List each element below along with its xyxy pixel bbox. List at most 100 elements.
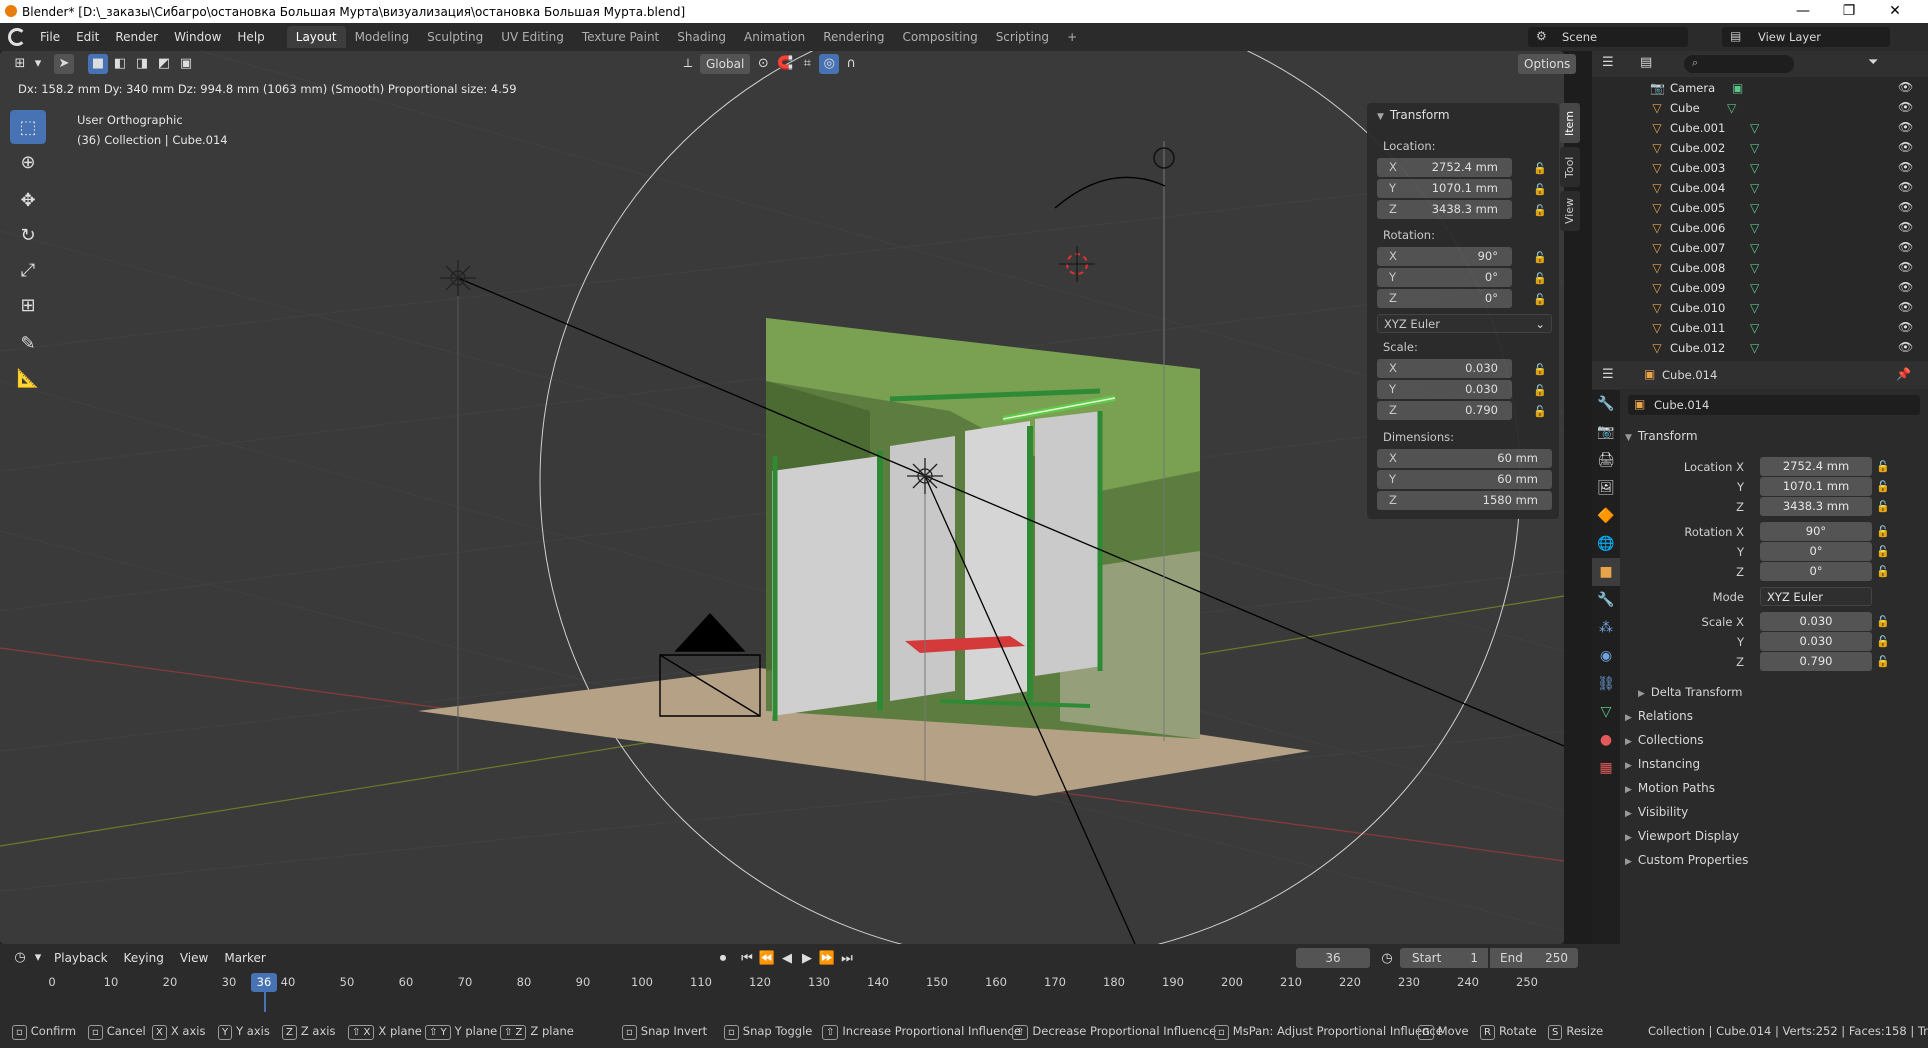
lock-icon[interactable]: 🔓 — [1876, 565, 1890, 578]
relations-section[interactable]: ▶ Relations — [1625, 709, 1693, 723]
transform-orientation-dropdown[interactable]: Global — [700, 54, 751, 74]
falloff-icon[interactable]: ∩ — [841, 54, 861, 74]
record-icon[interactable]: ⏺ — [713, 949, 733, 969]
object-tab-icon[interactable]: ■ — [1592, 558, 1620, 586]
prop-rotation-z[interactable]: 0° — [1760, 562, 1872, 581]
add-workspace-button[interactable]: + — [1058, 26, 1086, 48]
view-layer-selector[interactable]: ▤ View Layer — [1722, 27, 1890, 47]
lock-icon[interactable]: 🔓 — [1533, 162, 1547, 175]
outliner-item-camera[interactable]: Camera — [1670, 81, 1715, 95]
tool-tab-icon[interactable]: 🔧 — [1592, 390, 1620, 418]
eye-icon[interactable]: 👁 — [1898, 120, 1913, 134]
modifier-tab-icon[interactable]: 🔧 — [1592, 586, 1620, 614]
dimension-z-field[interactable]: Z 1580 mm — [1377, 491, 1552, 510]
eye-icon[interactable]: 👁 — [1898, 340, 1913, 354]
snap-icon[interactable]: 🧲 — [775, 54, 795, 74]
lock-icon[interactable]: 🔓 — [1876, 500, 1890, 513]
particles-tab-icon[interactable]: ⁂ — [1592, 614, 1620, 642]
tab-tool[interactable]: Tool — [1560, 147, 1580, 187]
rotation-x-field[interactable]: X 90° — [1377, 247, 1512, 266]
prop-scale-y[interactable]: 0.030 — [1760, 632, 1872, 651]
current-frame-field[interactable]: 36 — [1296, 948, 1370, 968]
menu-file[interactable]: File — [32, 30, 68, 44]
outliner-item[interactable]: Cube.004 — [1670, 181, 1725, 195]
jump-end-icon[interactable]: ⏭ — [837, 949, 857, 969]
eye-icon[interactable]: 👁 — [1898, 160, 1913, 174]
eye-icon[interactable]: 👁 — [1898, 100, 1913, 114]
rotation-y-field[interactable]: Y 0° — [1377, 268, 1512, 287]
lock-icon[interactable]: 🔓 — [1876, 480, 1890, 493]
tab-compositing[interactable]: Compositing — [893, 26, 986, 48]
prop-location-z[interactable]: 3438.3 mm — [1760, 497, 1872, 516]
measure-tool-icon[interactable]: 📐 — [10, 361, 46, 395]
scale-x-field[interactable]: X 0.030 — [1377, 359, 1512, 378]
material-tab-icon[interactable]: ● — [1592, 726, 1620, 754]
outliner-item[interactable]: Cube.002 — [1670, 141, 1725, 155]
outliner-item[interactable]: Cube.009 — [1670, 281, 1725, 295]
rotation-z-field[interactable]: Z 0° — [1377, 289, 1512, 308]
prop-rotation-x[interactable]: 90° — [1760, 522, 1872, 541]
texture-tab-icon[interactable]: ▦ — [1592, 754, 1620, 782]
start-frame-field[interactable]: Start 1 — [1400, 948, 1488, 968]
select-box-tool-icon[interactable]: ⬚ — [10, 110, 46, 144]
collapse-triangle-icon[interactable]: ▼ — [1377, 112, 1384, 122]
tab-uv-editing[interactable]: UV Editing — [492, 26, 573, 48]
outliner-item[interactable]: Cube.008 — [1670, 261, 1725, 275]
eye-icon[interactable]: 👁 — [1898, 300, 1913, 314]
menu-render[interactable]: Render — [107, 30, 166, 44]
instancing-section[interactable]: ▶ Instancing — [1625, 757, 1700, 771]
blender-logo-icon[interactable] — [8, 28, 26, 46]
play-icon[interactable]: ▶ — [797, 949, 817, 969]
menu-marker[interactable]: Marker — [216, 951, 273, 965]
lock-icon[interactable]: 🔓 — [1876, 615, 1890, 628]
transform-tool-icon[interactable]: ⊞ — [10, 288, 46, 322]
outliner-item[interactable]: Cube.003 — [1670, 161, 1725, 175]
rotation-mode-dropdown[interactable]: XYZ Euler ⌄ — [1377, 314, 1552, 333]
annotate-tool-icon[interactable]: ✎ — [10, 326, 46, 360]
physics-tab-icon[interactable]: ◉ — [1592, 642, 1620, 670]
eye-icon[interactable]: 👁 — [1898, 320, 1913, 334]
cursor-tool-icon[interactable]: ⊕ — [10, 145, 46, 179]
viewport-display-section[interactable]: ▶ Viewport Display — [1625, 829, 1739, 843]
world-tab-icon[interactable]: 🌐 — [1592, 530, 1620, 558]
scale-y-field[interactable]: Y 0.030 — [1377, 380, 1512, 399]
lock-icon[interactable]: 🔓 — [1533, 272, 1547, 285]
eye-icon[interactable]: 👁 — [1898, 260, 1913, 274]
tab-sculpting[interactable]: Sculpting — [418, 26, 492, 48]
custom-properties-section[interactable]: ▶ Custom Properties — [1625, 853, 1748, 867]
proportional-editing-icon[interactable]: ◎ — [819, 54, 840, 74]
tab-scripting[interactable]: Scripting — [987, 26, 1058, 48]
select-mode-new-icon[interactable]: ■ — [88, 54, 108, 74]
clock-icon[interactable]: ◷ — [10, 948, 30, 968]
outliner-item[interactable]: Cube.010 — [1670, 301, 1725, 315]
lock-icon[interactable]: 🔓 — [1876, 460, 1890, 473]
lock-icon[interactable]: 🔓 — [1533, 384, 1547, 397]
output-tab-icon[interactable]: 🖨 — [1592, 446, 1620, 474]
select-tool-icon[interactable]: ➤ — [54, 54, 74, 74]
maximize-button[interactable]: ❐ — [1826, 0, 1872, 23]
outliner-item[interactable]: Cube.012 — [1670, 341, 1725, 355]
close-button[interactable]: ✕ — [1872, 0, 1918, 23]
motion-paths-section[interactable]: ▶ Motion Paths — [1625, 781, 1715, 795]
view-layer-tab-icon[interactable]: 🖼 — [1592, 474, 1620, 502]
delta-transform-section[interactable]: ▶ Delta Transform — [1638, 685, 1742, 699]
eye-icon[interactable]: 👁 — [1898, 180, 1913, 194]
snap-target-icon[interactable]: ⌗ — [797, 54, 817, 74]
lock-icon[interactable]: 🔓 — [1533, 204, 1547, 217]
select-mode-invert-icon[interactable]: ◩ — [154, 54, 174, 74]
constraints-tab-icon[interactable]: ⛓ — [1592, 670, 1620, 698]
tab-view[interactable]: View — [1560, 191, 1580, 231]
lock-icon[interactable]: 🔓 — [1876, 525, 1890, 538]
jump-start-icon[interactable]: ⏮ — [737, 949, 757, 969]
3d-viewport[interactable] — [0, 51, 1564, 944]
lock-icon[interactable]: 🔓 — [1533, 405, 1547, 418]
object-name-field[interactable]: ▣ Cube.014 — [1628, 395, 1920, 415]
dimension-x-field[interactable]: X 60 mm — [1377, 449, 1552, 468]
eye-icon[interactable]: 👁 — [1898, 280, 1913, 294]
tab-rendering[interactable]: Rendering — [814, 26, 893, 48]
scene-tab-icon[interactable]: 🔶 — [1592, 502, 1620, 530]
lock-icon[interactable]: 🔓 — [1533, 363, 1547, 376]
lock-icon[interactable]: 🔓 — [1876, 655, 1890, 668]
outliner-item[interactable]: Cube.005 — [1670, 201, 1725, 215]
transform-section[interactable]: ▼ Transform — [1625, 429, 1698, 443]
